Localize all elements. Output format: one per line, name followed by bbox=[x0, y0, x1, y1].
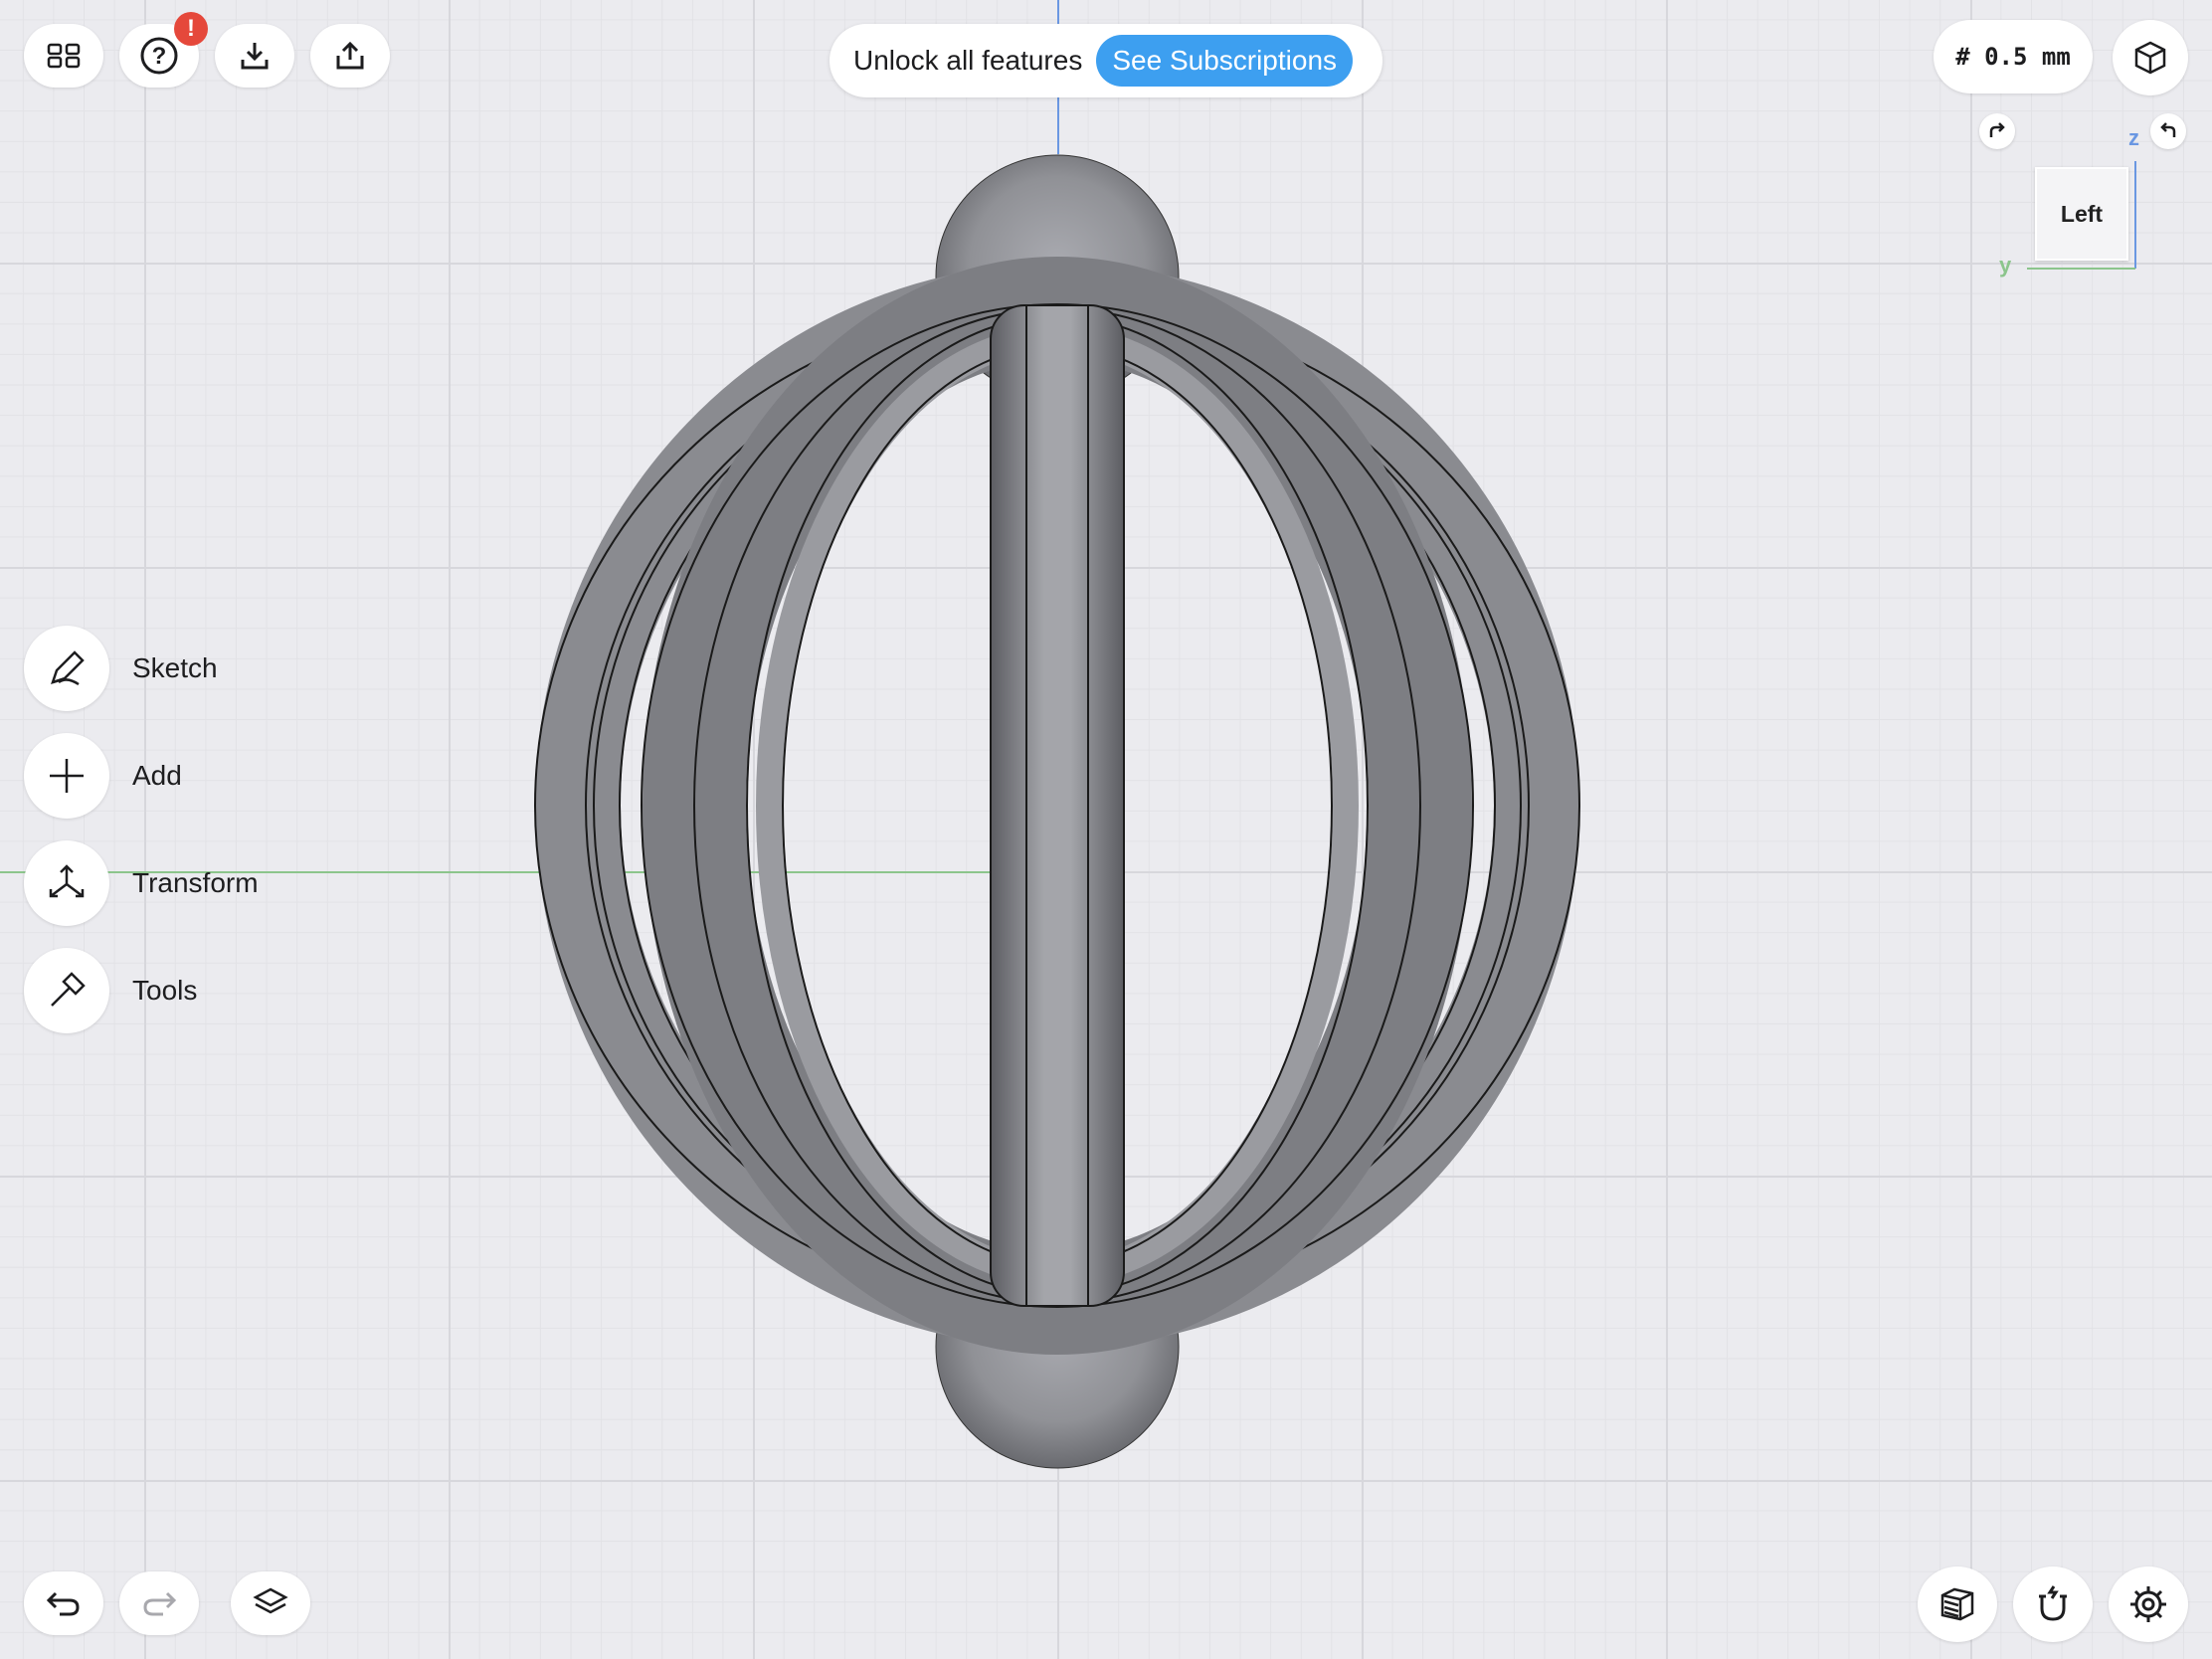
transform-button[interactable] bbox=[24, 840, 109, 926]
view-cube-face[interactable]: Left bbox=[2035, 167, 2128, 261]
add-button[interactable] bbox=[24, 733, 109, 819]
z-axis-label: z bbox=[2128, 125, 2139, 150]
undo-icon bbox=[46, 1591, 80, 1616]
rotate-left-button[interactable] bbox=[2150, 113, 2186, 149]
pen-icon bbox=[51, 650, 85, 686]
undo-button[interactable] bbox=[24, 1571, 103, 1635]
alert-badge: ! bbox=[174, 12, 208, 46]
promo-text: Unlock all features bbox=[853, 45, 1083, 76]
share-icon bbox=[336, 41, 364, 70]
download-icon bbox=[241, 43, 269, 70]
sketch-button[interactable] bbox=[24, 626, 109, 711]
tool-add[interactable]: Add bbox=[24, 733, 182, 819]
layers-icon bbox=[253, 1587, 288, 1614]
gear-icon bbox=[2130, 1586, 2166, 1622]
redo-button[interactable] bbox=[119, 1571, 199, 1635]
tool-label-sketch: Sketch bbox=[132, 652, 218, 683]
grid-icon bbox=[47, 43, 81, 69]
view-mode-button[interactable] bbox=[2113, 20, 2188, 95]
grid-size-button[interactable]: # 0.5 mm bbox=[1934, 20, 2093, 93]
menu-button[interactable] bbox=[24, 24, 103, 88]
import-button[interactable] bbox=[215, 24, 294, 88]
model-viewport[interactable] bbox=[0, 0, 2212, 1659]
see-subscriptions-button[interactable]: See Subscriptions bbox=[1096, 35, 1354, 87]
tool-label-tools: Tools bbox=[132, 975, 198, 1006]
rotate-counterclockwise-icon bbox=[2160, 122, 2176, 137]
hammer-icon bbox=[51, 972, 86, 1007]
help-icon: ? bbox=[140, 37, 178, 75]
tools-button[interactable] bbox=[24, 948, 109, 1033]
settings-button[interactable] bbox=[2109, 1567, 2188, 1642]
tool-label-add: Add bbox=[132, 760, 182, 791]
tool-transform[interactable]: Transform bbox=[24, 840, 259, 926]
magnet-icon bbox=[2039, 1585, 2067, 1621]
transform-icon bbox=[49, 864, 85, 898]
rotate-clockwise-icon bbox=[1989, 122, 2005, 137]
center-bar[interactable] bbox=[990, 304, 1125, 1307]
subscription-banner: Unlock all features See Subscriptions bbox=[830, 24, 1382, 97]
tool-tools[interactable]: Tools bbox=[24, 948, 197, 1033]
tool-sketch[interactable]: Sketch bbox=[24, 626, 218, 711]
render-mode-icon bbox=[1940, 1587, 1974, 1621]
export-button[interactable] bbox=[310, 24, 390, 88]
cube-icon bbox=[2134, 41, 2166, 75]
rotate-right-button[interactable] bbox=[1979, 113, 2015, 149]
layers-button[interactable] bbox=[231, 1571, 310, 1635]
tool-label-transform: Transform bbox=[132, 867, 259, 898]
y-axis-label: y bbox=[1999, 253, 2012, 277]
plus-icon bbox=[50, 759, 84, 793]
render-mode-button[interactable] bbox=[1918, 1567, 1997, 1642]
redo-icon bbox=[143, 1591, 177, 1616]
svg-text:?: ? bbox=[152, 43, 167, 70]
snap-button[interactable] bbox=[2013, 1567, 2093, 1642]
